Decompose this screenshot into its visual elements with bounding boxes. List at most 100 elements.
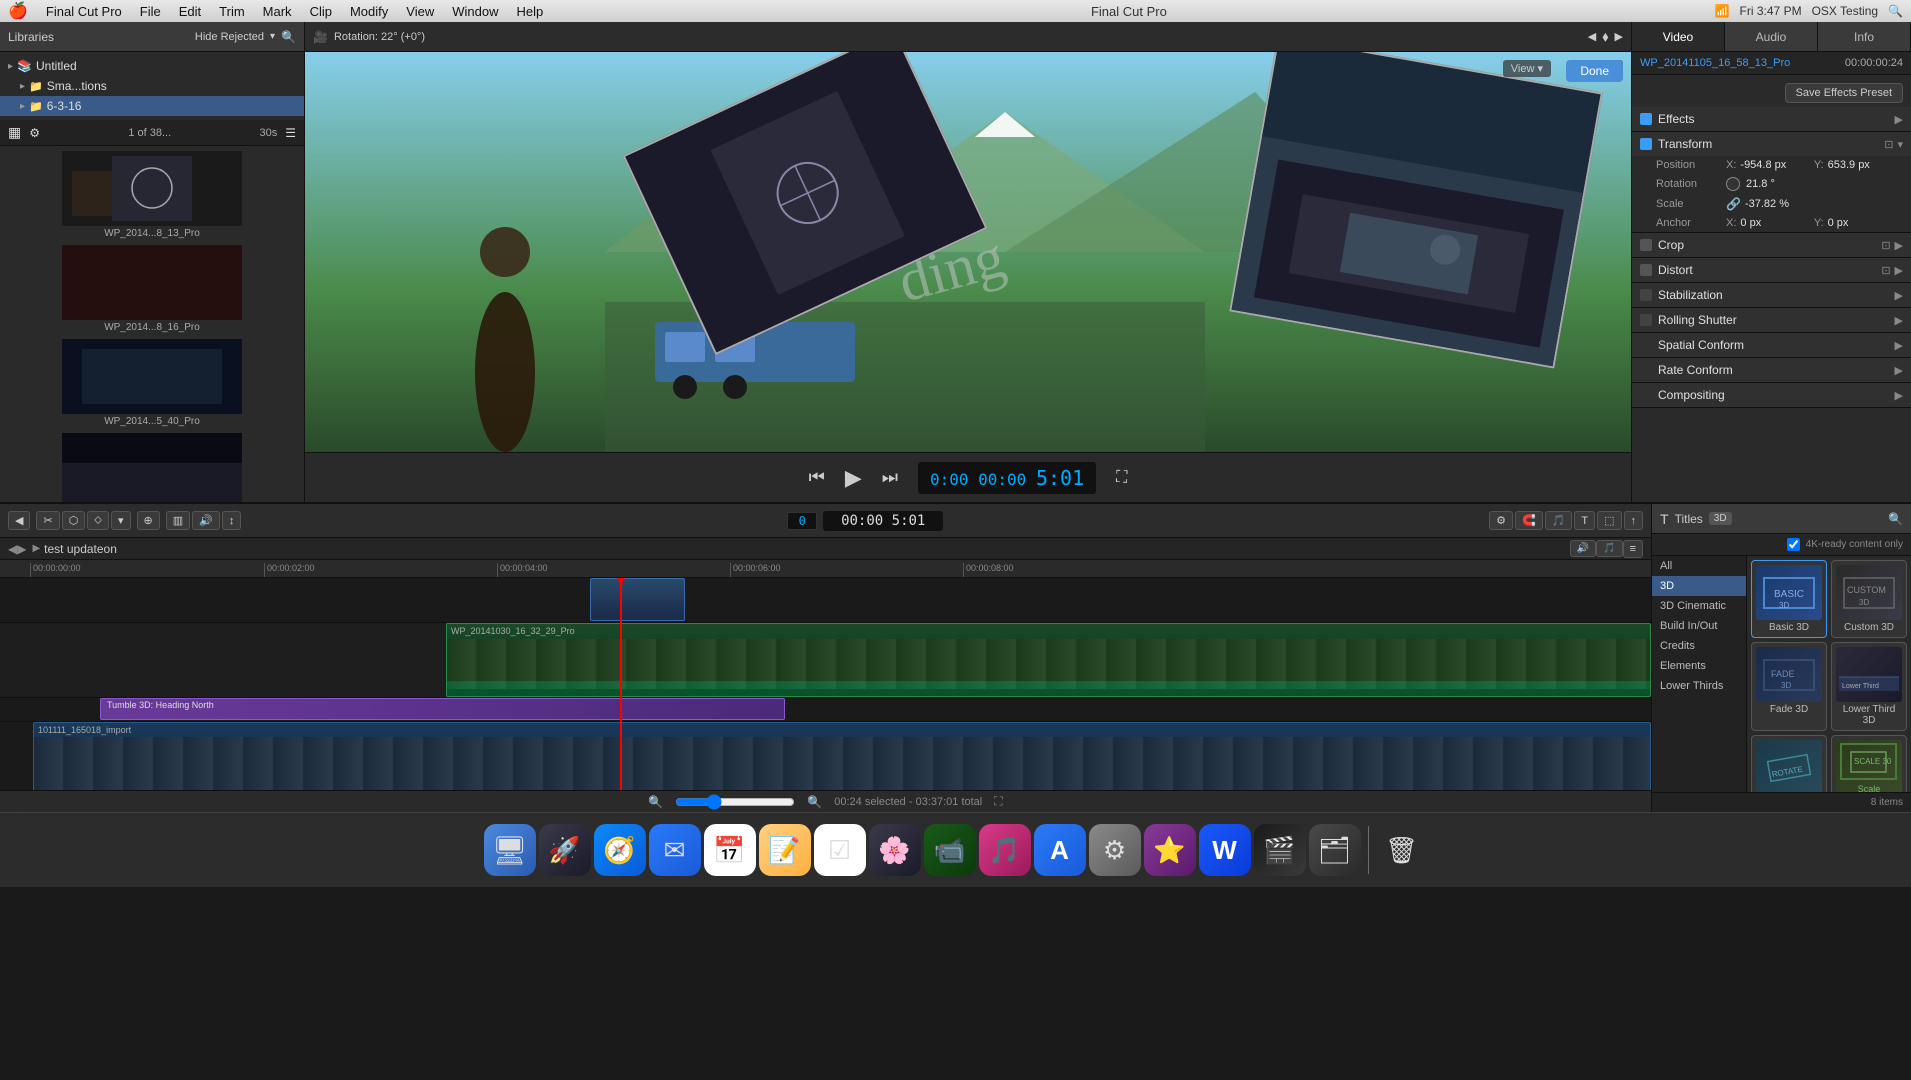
tl-more-btn[interactable]: ▾ bbox=[111, 511, 131, 530]
transform-reset-btn[interactable]: ⊡ bbox=[1884, 138, 1893, 151]
dock-starred[interactable]: ⭐ bbox=[1144, 824, 1196, 876]
grid-view-btn[interactable]: ▦ bbox=[8, 124, 21, 141]
menu-modify[interactable]: Modify bbox=[350, 4, 388, 19]
play-btn[interactable]: ▶ bbox=[845, 465, 862, 491]
rate-conform-header[interactable]: Rate Conform ▶ bbox=[1632, 358, 1911, 382]
menu-final-cut-pro[interactable]: Final Cut Pro bbox=[46, 4, 122, 19]
menu-mark[interactable]: Mark bbox=[263, 4, 292, 19]
zoom-in-icon[interactable]: 🔍 bbox=[807, 795, 822, 809]
eff-cat-elements[interactable]: Elements bbox=[1652, 656, 1746, 676]
dock-trash[interactable]: 🗑 bbox=[1376, 824, 1428, 876]
eff-cat-3d[interactable]: 3D bbox=[1652, 576, 1746, 596]
dock-safari[interactable]: 🧭 bbox=[594, 824, 646, 876]
transform-section-header[interactable]: Transform ⊡ ▾ bbox=[1632, 132, 1911, 156]
sequence-name[interactable]: test updateon bbox=[44, 542, 117, 556]
crop-btn[interactable]: ⊡ bbox=[1881, 239, 1890, 252]
search-icon[interactable]: 🔍 bbox=[1888, 4, 1903, 18]
dock-itunes[interactable]: 🎵 bbox=[979, 824, 1031, 876]
apple-menu[interactable]: 🍎 bbox=[8, 1, 28, 21]
tl-index-btn[interactable]: ≡ bbox=[1623, 540, 1643, 558]
tl-clip-view-btn[interactable]: ▥ bbox=[166, 511, 190, 530]
skip-to-start-btn[interactable]: ⏮ bbox=[809, 467, 825, 488]
viewer-nav-next[interactable]: ▶ bbox=[1615, 30, 1623, 43]
viewer-nav-prev[interactable]: ◀ bbox=[1588, 30, 1596, 43]
hide-rejected-btn[interactable]: Hide Rejected bbox=[195, 31, 264, 43]
eff-cat-3d-cinematic[interactable]: 3D Cinematic bbox=[1652, 596, 1746, 616]
tl-blade-btn[interactable]: ✂ bbox=[36, 511, 59, 530]
effect-clip[interactable]: Tumble 3D: Heading North bbox=[100, 698, 785, 720]
tl-ripple-btn[interactable]: ⬡ bbox=[62, 511, 86, 530]
tl-timecode-input[interactable] bbox=[787, 512, 817, 530]
crop-section-header[interactable]: Crop ⊡ ▶ bbox=[1632, 233, 1911, 257]
dock-calendar[interactable]: 📅 bbox=[704, 824, 756, 876]
secondary-clip[interactable]: 101111_165018_import bbox=[33, 722, 1651, 790]
spatial-conform-header[interactable]: Spatial Conform ▶ bbox=[1632, 333, 1911, 357]
dock-photos[interactable]: 🌸 bbox=[869, 824, 921, 876]
menu-window[interactable]: Window bbox=[452, 4, 498, 19]
compositing-header[interactable]: Compositing ▶ bbox=[1632, 383, 1911, 407]
tl-audio2-btn[interactable]: 🎵 bbox=[1596, 540, 1622, 557]
seq-next-btn[interactable]: ▶ bbox=[17, 542, 26, 556]
tl-back-btn[interactable]: ◀ bbox=[8, 511, 30, 530]
clip-item-2[interactable]: WP_2014...5_40_Pro bbox=[4, 338, 300, 430]
eff-item-basic-3d[interactable]: BASIC 3D Basic 3D bbox=[1751, 560, 1827, 638]
dock-facetime[interactable]: 📹 bbox=[924, 824, 976, 876]
zoom-slider[interactable] bbox=[675, 795, 795, 809]
dock-fcp[interactable]: 🎬 bbox=[1254, 824, 1306, 876]
main-clip[interactable]: WP_20141030_16_32_29_Pro bbox=[446, 623, 1651, 697]
menu-edit[interactable]: Edit bbox=[179, 4, 201, 19]
eff-cat-all[interactable]: All bbox=[1652, 556, 1746, 576]
menu-help[interactable]: Help bbox=[516, 4, 543, 19]
search-icon[interactable]: 🔍 bbox=[281, 30, 296, 44]
rotation-dial[interactable] bbox=[1726, 177, 1740, 191]
eff-item-rotate-3d[interactable]: ROTATE Rotate 3D bbox=[1751, 735, 1827, 792]
tab-audio[interactable]: Audio bbox=[1725, 22, 1818, 51]
dock-reminders[interactable]: ☑ bbox=[814, 824, 866, 876]
dock-launchpad[interactable]: 🚀 bbox=[539, 824, 591, 876]
eff-item-custom-3d[interactable]: CUSTOM 3D Custom 3D bbox=[1831, 560, 1907, 638]
tl-gen-btn[interactable]: ⬚ bbox=[1597, 511, 1621, 530]
eff-cat-credits[interactable]: Credits bbox=[1652, 636, 1746, 656]
tl-roll-btn[interactable]: ⬦ bbox=[87, 511, 109, 530]
settings-btn[interactable]: ⚙ bbox=[29, 126, 40, 140]
tl-settings-btn[interactable]: ⚙ bbox=[1489, 511, 1513, 530]
list-view-btn[interactable]: ☰ bbox=[285, 126, 296, 140]
menu-file[interactable]: File bbox=[140, 4, 161, 19]
library-item-sma[interactable]: ▸ 📁 Sma...tions bbox=[0, 76, 304, 96]
tab-info[interactable]: Info bbox=[1818, 22, 1911, 51]
menu-clip[interactable]: Clip bbox=[310, 4, 332, 19]
titles-label[interactable]: Titles bbox=[1675, 512, 1703, 526]
distort-section-header[interactable]: Distort ⊡ ▶ bbox=[1632, 258, 1911, 282]
tl-audio-btn[interactable]: 🎵 bbox=[1545, 511, 1573, 530]
tl-title-btn[interactable]: T bbox=[1574, 511, 1595, 530]
clip-item-1[interactable]: WP_2014...8_16_Pro bbox=[4, 244, 300, 336]
scale-link-icon[interactable]: 🔗 bbox=[1726, 197, 1741, 211]
eff-cat-buildinout[interactable]: Build In/Out bbox=[1652, 616, 1746, 636]
rolling-shutter-header[interactable]: Rolling Shutter ▶ bbox=[1632, 308, 1911, 332]
distort-btn[interactable]: ⊡ bbox=[1881, 264, 1890, 277]
zoom-out-icon[interactable]: 🔍 bbox=[648, 795, 663, 809]
eff-cat-lower-thirds[interactable]: Lower Thirds bbox=[1652, 676, 1746, 696]
tl-magnet-btn[interactable]: 🧲 bbox=[1515, 511, 1543, 530]
tl-zoom-out-btn[interactable]: 🔊 bbox=[1570, 540, 1596, 557]
dock-appstore[interactable]: A bbox=[1034, 824, 1086, 876]
seq-prev-btn[interactable]: ◀ bbox=[8, 542, 17, 556]
library-item-6316[interactable]: ▸ 📁 6-3-16 bbox=[0, 96, 304, 116]
save-effects-preset-btn[interactable]: Save Effects Preset bbox=[1785, 83, 1903, 103]
done-button[interactable]: Done bbox=[1566, 60, 1623, 82]
stabilization-section-header[interactable]: Stabilization ▶ bbox=[1632, 283, 1911, 307]
tl-transform-btn[interactable]: ⊕ bbox=[137, 511, 160, 530]
clip-item-0[interactable]: WP_2014...8_13_Pro bbox=[4, 150, 300, 242]
tl-expand-btn[interactable]: ↕ bbox=[222, 511, 242, 530]
fit-btn[interactable]: ⛶ bbox=[994, 794, 1002, 809]
expand-btn[interactable]: ⛶ bbox=[1116, 469, 1127, 487]
dock-sysprefs[interactable]: ⚙ bbox=[1089, 824, 1141, 876]
effects-section-header[interactable]: Effects ▶ bbox=[1632, 107, 1911, 131]
tab-video[interactable]: Video bbox=[1632, 22, 1725, 51]
dock-finder2[interactable]: 🗂 bbox=[1309, 824, 1361, 876]
menu-trim[interactable]: Trim bbox=[219, 4, 245, 19]
tl-audio-view-btn[interactable]: 🔊 bbox=[192, 511, 220, 530]
view-button[interactable]: View ▾ bbox=[1503, 60, 1551, 77]
clip-item-3[interactable]: WP_2014...0_46_Pro bbox=[4, 432, 300, 502]
viewer-nav-reset[interactable]: ⬧ bbox=[1602, 28, 1608, 45]
